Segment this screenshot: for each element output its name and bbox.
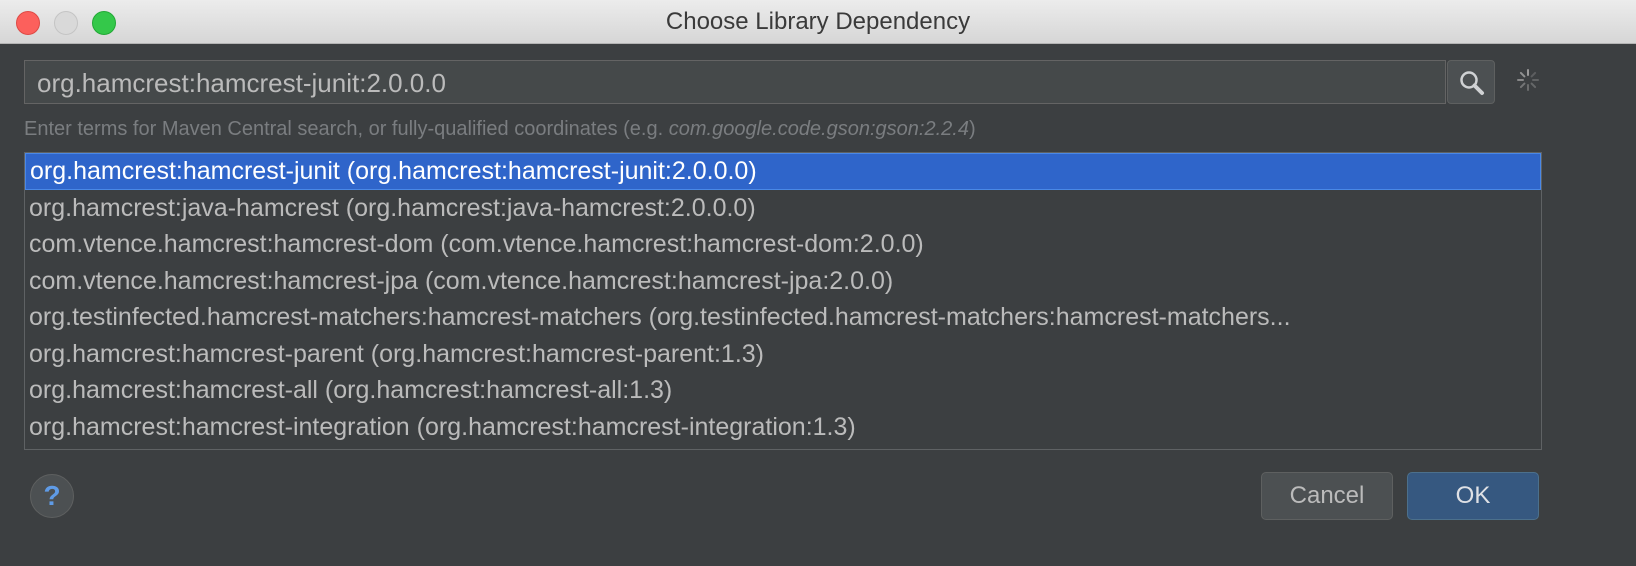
result-item[interactable]: com.vtence.hamcrest:hamcrest-jpa (com.vt…: [25, 263, 1541, 300]
search-icon: [1460, 71, 1484, 95]
search-hint-example: com.google.code.gson:gson:2.2.4: [668, 118, 969, 140]
cancel-button[interactable]: Cancel: [1261, 472, 1393, 520]
help-icon: ?: [43, 480, 61, 511]
result-item[interactable]: org.hamcrest:hamcrest-junit (org.hamcres…: [25, 153, 1541, 190]
result-item[interactable]: org.hamcrest:hamcrest-parent (org.hamcre…: [25, 336, 1541, 373]
result-item[interactable]: com.vtence.hamcrest:hamcrest-dom (com.vt…: [25, 226, 1541, 263]
search-hint-suffix: ): [968, 118, 976, 140]
dialog-title: Choose Library Dependency: [665, 8, 971, 35]
help-button[interactable]: ?: [30, 474, 74, 518]
dependency-search-input[interactable]: org.hamcrest:hamcrest-junit:2.0.0.0: [24, 60, 1446, 104]
result-item[interactable]: org.hamcrest:hamcrest-integration (org.h…: [25, 409, 1541, 446]
results-list[interactable]: org.hamcrest:hamcrest-junit (org.hamcres…: [24, 152, 1542, 450]
loading-spinner-icon: [1517, 69, 1539, 91]
result-item[interactable]: org.testinfected.hamcrest-matchers:hamcr…: [25, 299, 1541, 336]
search-button[interactable]: [1447, 60, 1495, 104]
ok-button[interactable]: OK: [1407, 472, 1539, 520]
result-item[interactable]: org.hamcrest:java-hamcrest (org.hamcrest…: [25, 190, 1541, 227]
search-hint: Enter terms for Maven Central search, or…: [24, 118, 976, 141]
choose-library-dependency-dialog: Choose Library Dependency org.hamcrest:h…: [0, 0, 1636, 566]
result-item[interactable]: org.hamcrest:hamcrest-all (org.hamcrest:…: [25, 372, 1541, 409]
title-bar: Choose Library Dependency: [0, 0, 1636, 44]
search-hint-prefix: Enter terms for Maven Central search, or…: [24, 118, 669, 140]
